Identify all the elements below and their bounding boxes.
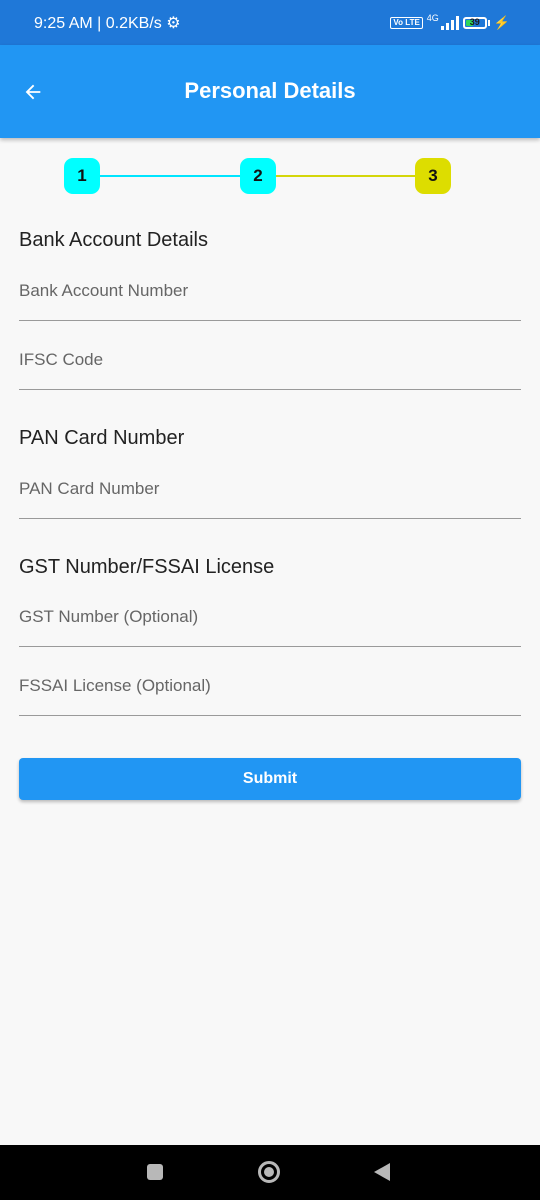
status-bar: 9:25 AM | 0.2KB/s ⚙ Vo LTE 4G 39 ⚡ [0,0,540,45]
fssai-field [19,675,521,716]
signal-icon [440,16,459,30]
volte-icon: Vo LTE [390,17,423,29]
ifsc-input[interactable] [19,349,521,371]
battery-level: 39 [469,17,480,27]
gst-section-title: GST Number/FSSAI License [19,556,275,578]
pan-section-title: PAN Card Number [19,427,185,449]
battery-cap [487,20,490,26]
bank-section-title: Bank Account Details [19,229,208,251]
gst-field [19,606,521,647]
bank-account-field [19,280,521,321]
stepper: 1 2 3 [0,158,540,194]
page-title: Personal Details [184,78,356,103]
network-type: 4G [426,13,439,23]
status-icons: Vo LTE 4G 39 ⚡ [390,13,510,32]
step-connector-1 [100,175,240,177]
system-nav-bar [0,1145,540,1200]
pan-input[interactable] [19,478,521,500]
recents-icon[interactable] [147,1164,163,1180]
home-icon[interactable] [258,1161,280,1183]
system-back-icon[interactable] [374,1163,390,1181]
battery-icon: 39 [462,17,487,29]
step-connector-2 [276,175,416,177]
gst-input[interactable] [19,606,521,628]
pan-field [19,478,521,519]
step-2[interactable]: 2 [240,158,276,194]
step-1[interactable]: 1 [64,158,100,194]
fssai-input[interactable] [19,675,521,697]
ifsc-field [19,349,521,390]
app-bar: Personal Details [0,45,540,138]
submit-button[interactable]: Submit [19,758,521,800]
bank-account-input[interactable] [19,280,521,302]
step-3[interactable]: 3 [415,158,451,194]
charging-icon: ⚡ [493,15,510,30]
status-time: 9:25 AM | 0.2KB/s ⚙ [34,15,181,32]
